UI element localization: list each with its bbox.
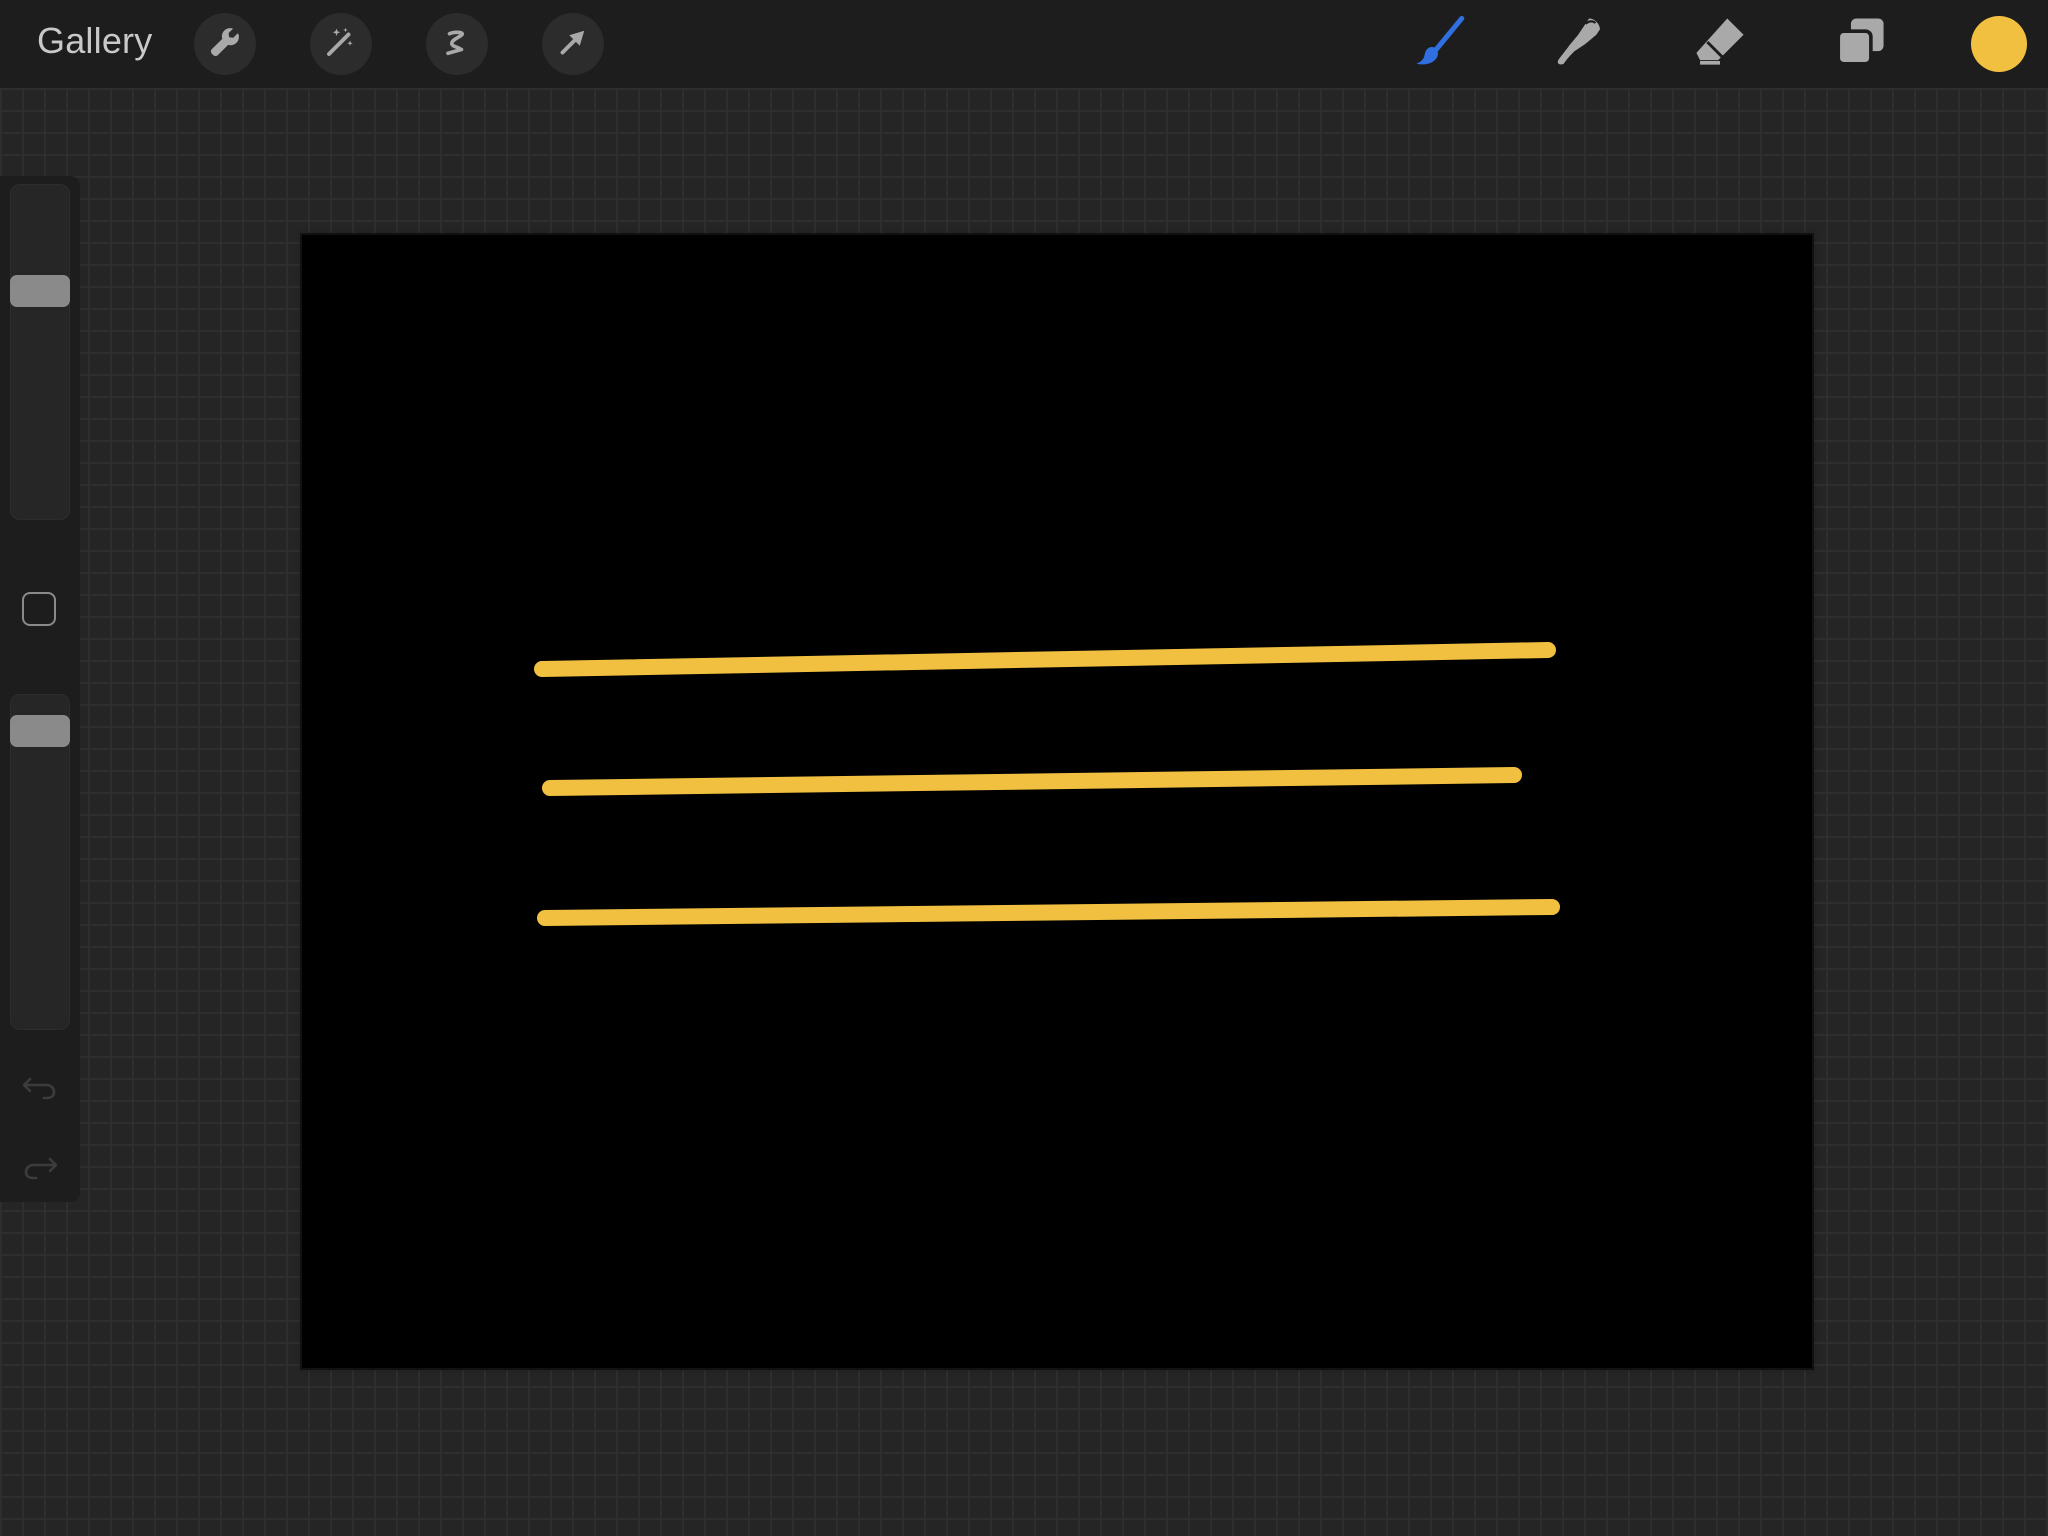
arrow-cursor-icon: [555, 24, 591, 65]
undo-icon: [20, 1077, 60, 1110]
eraser-tool-button[interactable]: [1686, 10, 1754, 78]
transform-button[interactable]: [542, 13, 604, 75]
redo-button[interactable]: [20, 1146, 60, 1186]
top-toolbar: Gallery: [0, 0, 2048, 88]
procreate-app: Gallery: [0, 0, 2048, 1536]
brush-stroke: [537, 899, 1560, 926]
selection-s-icon: [439, 24, 475, 65]
wrench-icon: [207, 24, 243, 65]
canvas-strokes: [534, 642, 1560, 926]
brush-stroke: [542, 767, 1522, 796]
gallery-button[interactable]: Gallery: [37, 20, 152, 62]
opacity-thumb[interactable]: [10, 715, 70, 747]
undo-button[interactable]: [20, 1066, 60, 1106]
smudge-tool-button[interactable]: [1546, 10, 1614, 78]
redo-icon: [20, 1157, 60, 1190]
layers-button[interactable]: [1826, 10, 1894, 78]
modify-button[interactable]: [22, 592, 56, 626]
magic-wand-icon: [323, 24, 359, 65]
eraser-icon: [1691, 13, 1749, 76]
opacity-slider[interactable]: [10, 694, 70, 1030]
brush-tool-button[interactable]: [1406, 10, 1474, 78]
color-picker-swatch[interactable]: [1971, 16, 2027, 72]
layers-icon: [1831, 13, 1889, 76]
brush-icon: [1411, 13, 1469, 76]
adjustments-button[interactable]: [310, 13, 372, 75]
brush-size-thumb[interactable]: [10, 275, 70, 307]
brush-stroke: [534, 642, 1556, 677]
smudge-finger-icon: [1551, 13, 1609, 76]
brush-size-slider[interactable]: [10, 184, 70, 520]
left-sidebar: [0, 176, 80, 1202]
actions-button[interactable]: [194, 13, 256, 75]
drawing-canvas[interactable]: [302, 235, 1812, 1368]
selection-button[interactable]: [426, 13, 488, 75]
